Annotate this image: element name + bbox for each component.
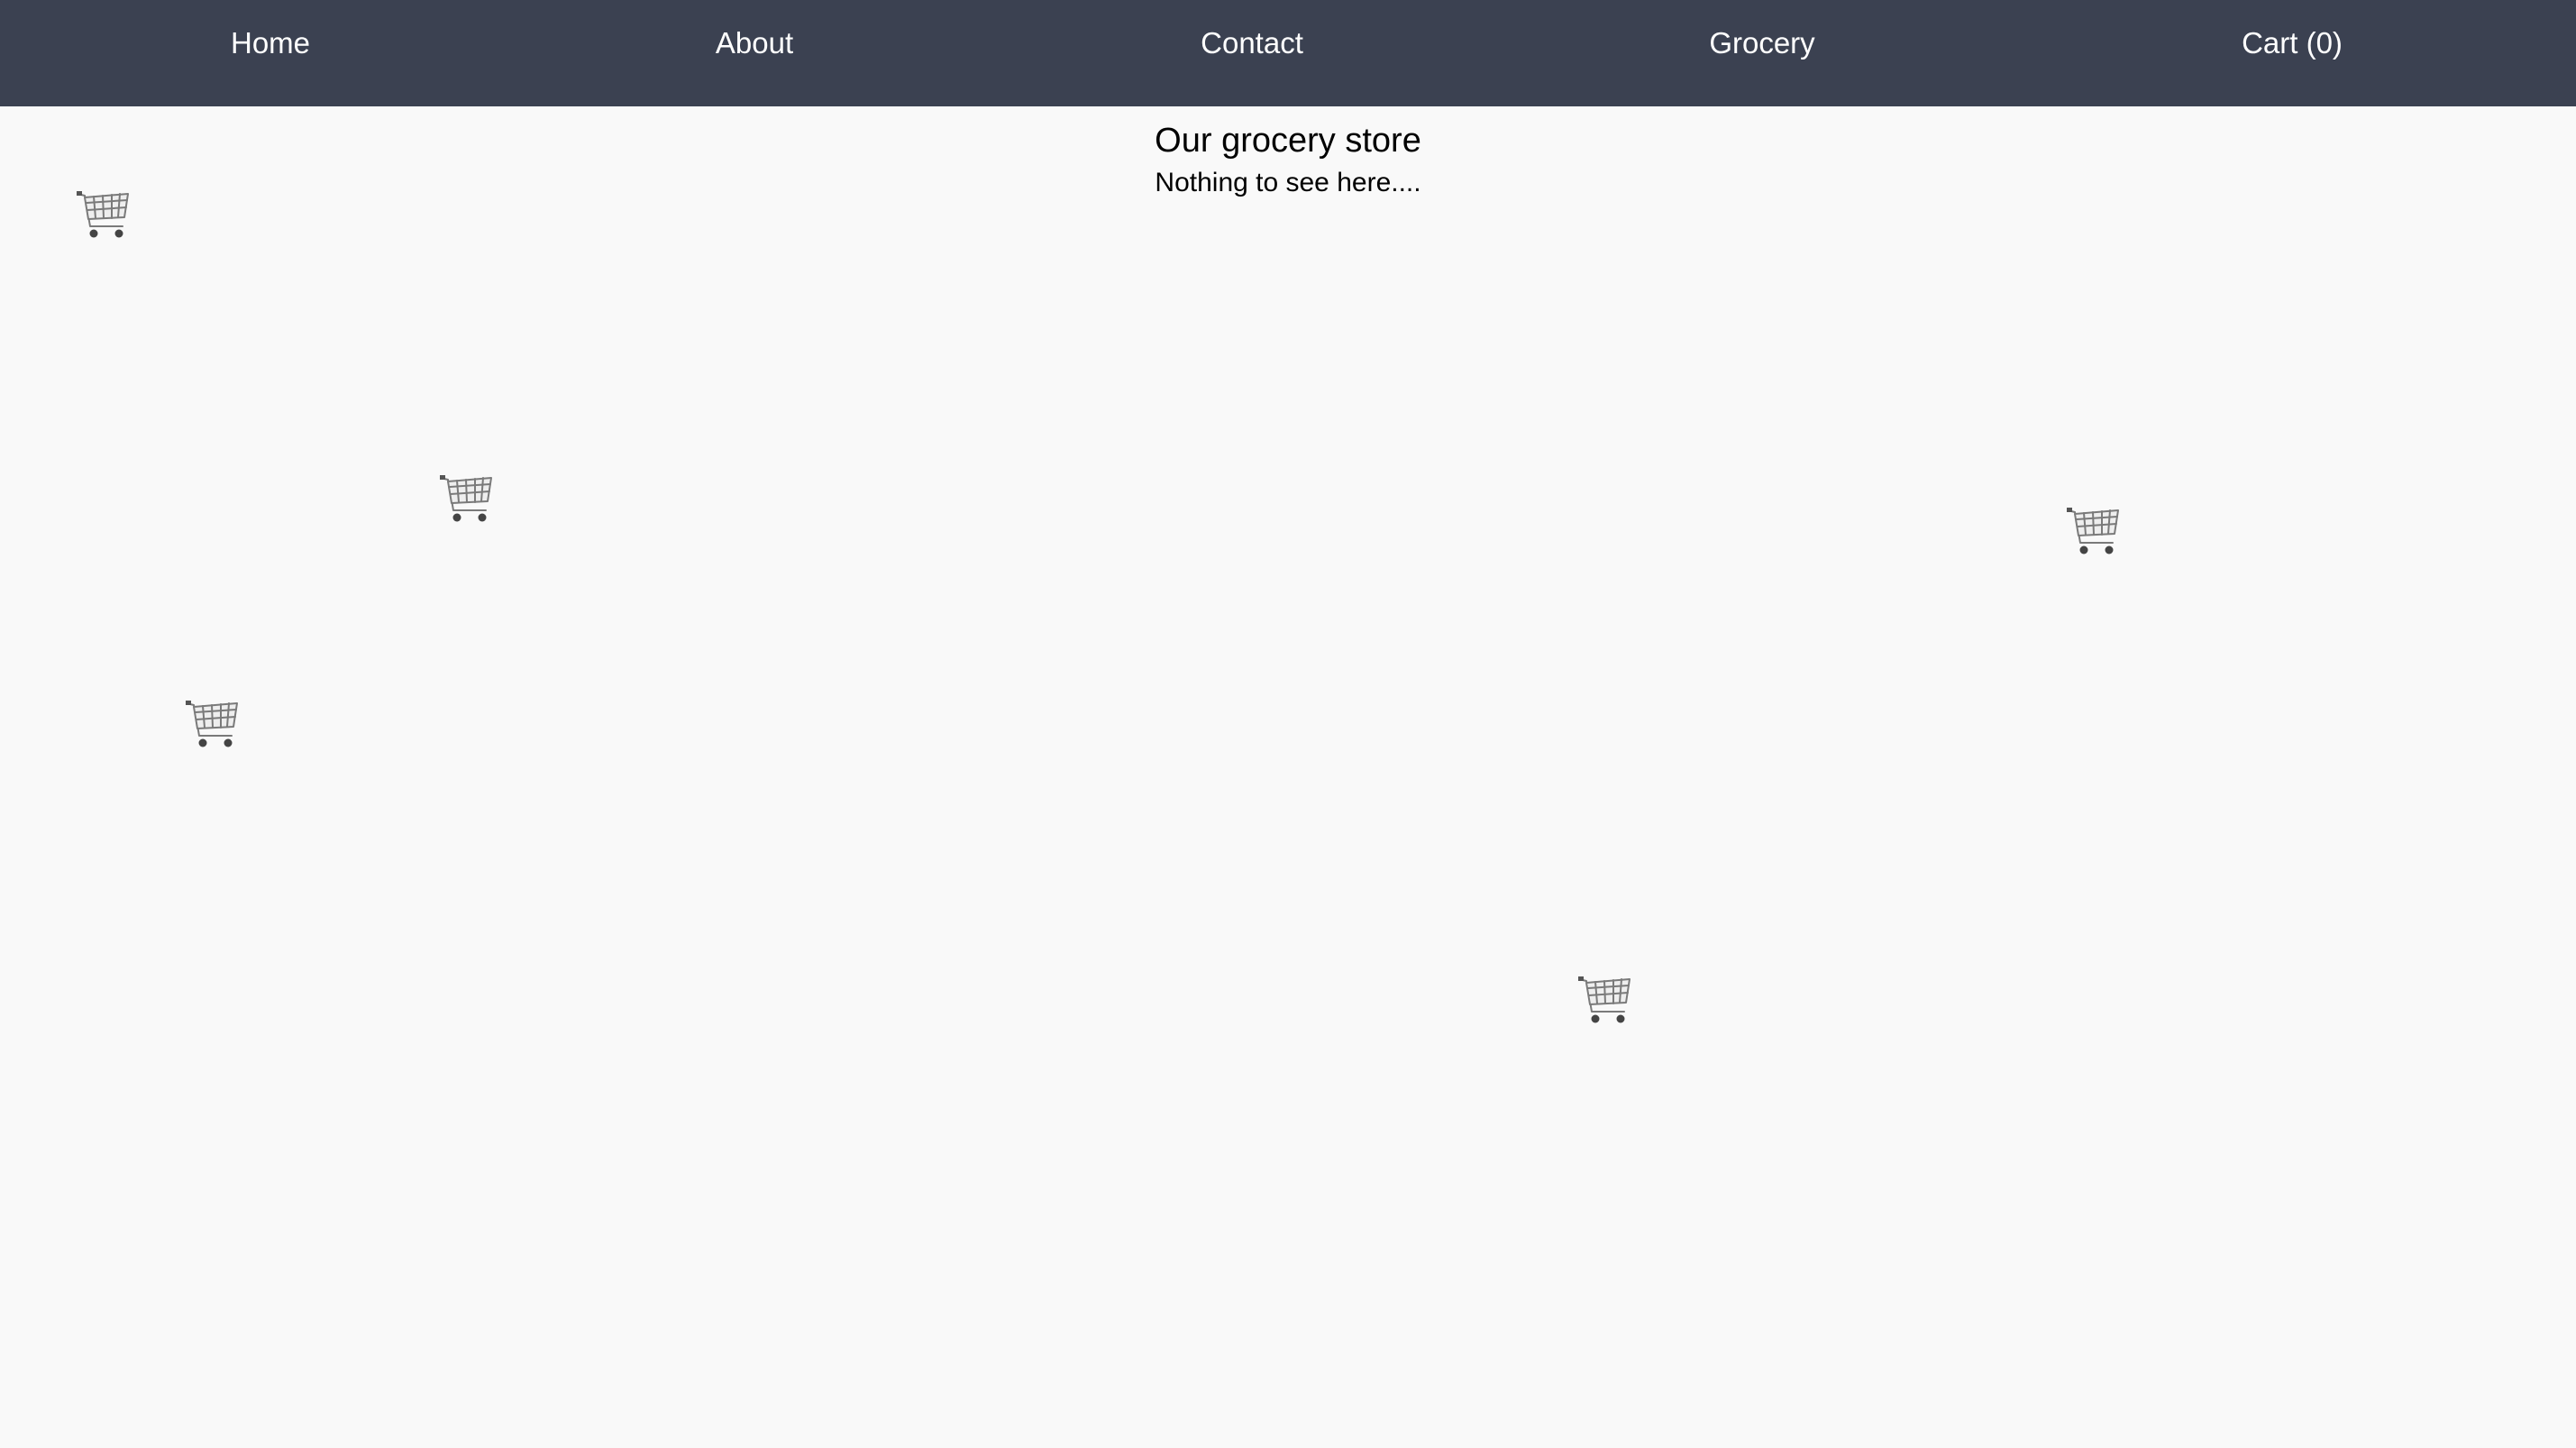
nav-link-about[interactable]: About [716,0,793,87]
navbar: Home About Contact Grocery Cart (0) [0,0,2576,106]
shopping-cart-icon [1574,968,1639,1033]
nav-link-contact[interactable]: Contact [1201,0,1303,87]
page-subtitle: Nothing to see here.... [1155,168,1421,197]
nav-link-grocery[interactable]: Grocery [1709,0,1814,87]
shopping-cart-icon [72,183,137,248]
shopping-cart-icon [2062,499,2127,564]
shopping-cart-icon [435,467,500,532]
hero: Our grocery store Nothing to see here...… [0,106,2576,198]
page-title: Our grocery store [1155,122,1421,160]
nav-link-home[interactable]: Home [231,0,310,87]
shopping-cart-icon [181,692,246,757]
nav-link-cart[interactable]: Cart (0) [2242,0,2343,87]
